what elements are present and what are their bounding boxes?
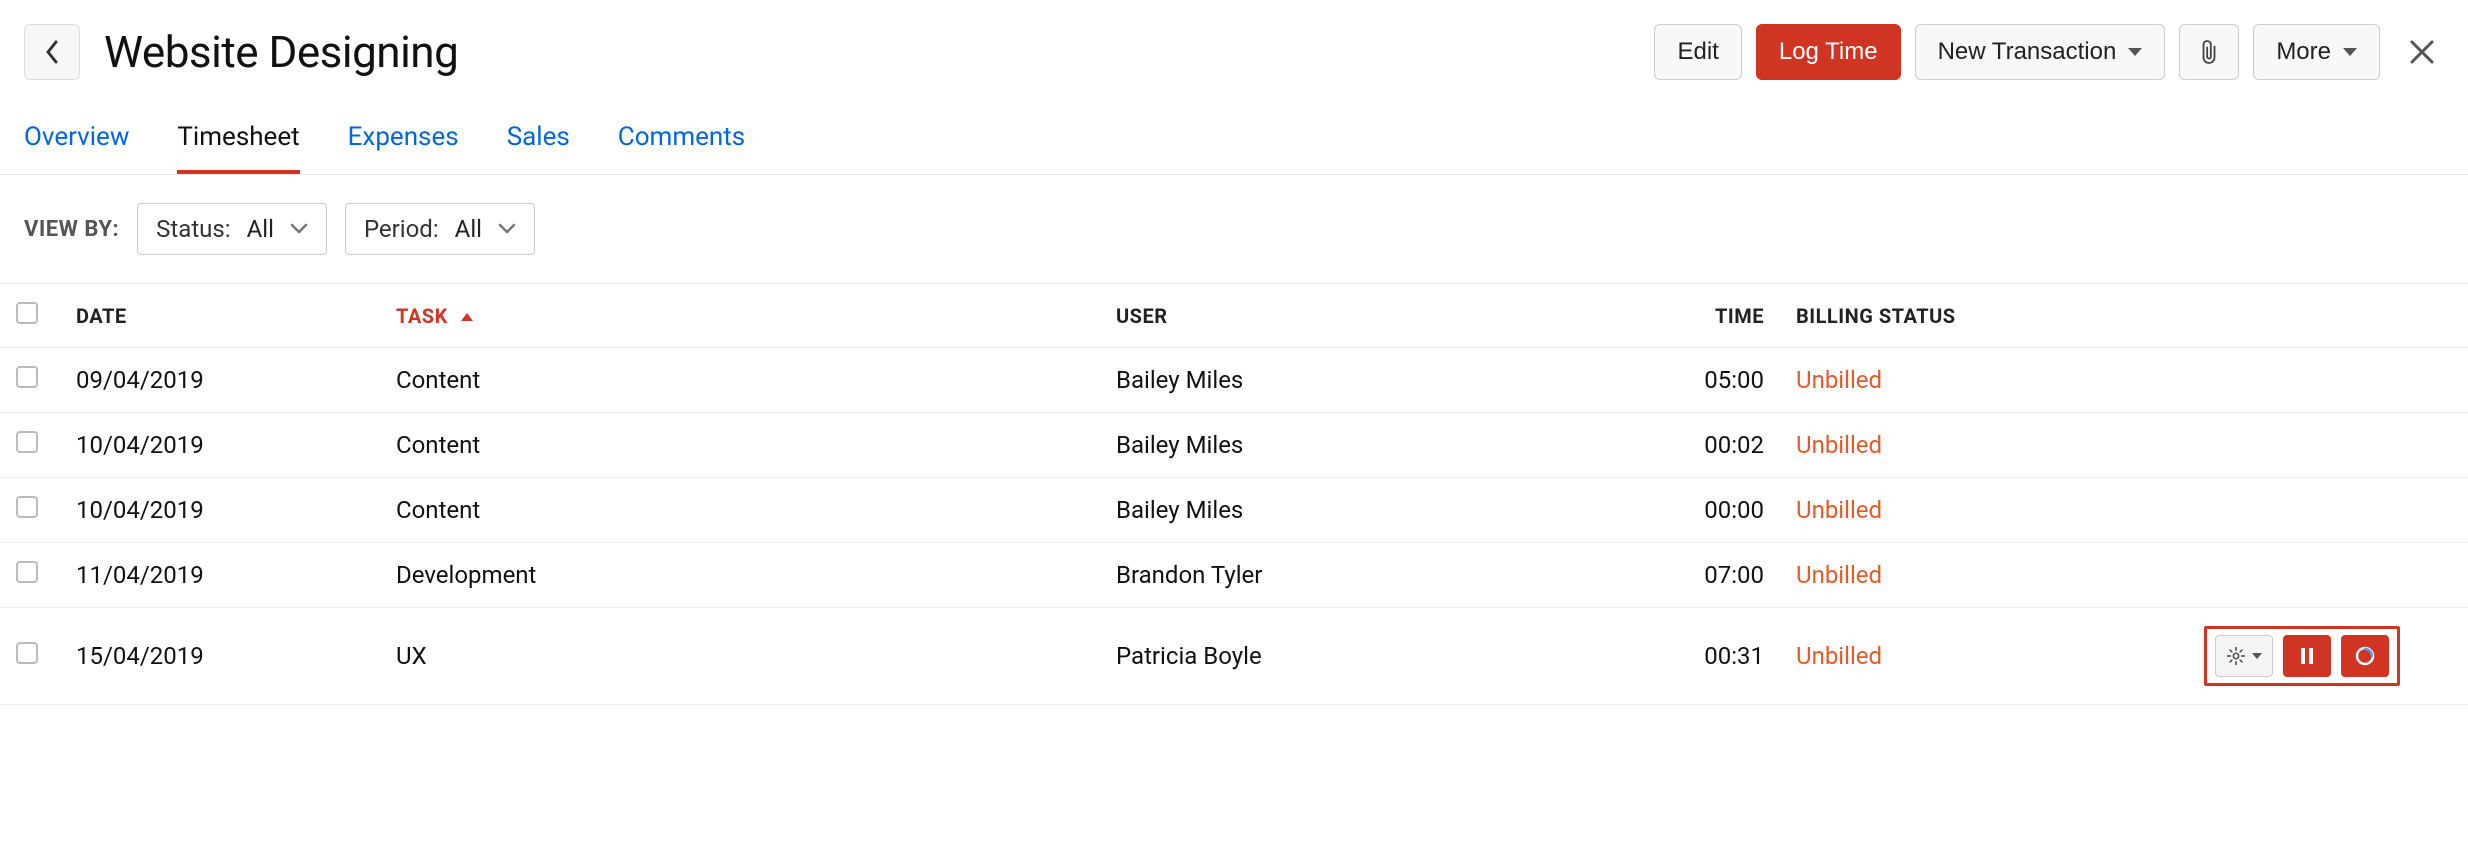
- cell-task: Content: [380, 478, 1100, 543]
- timesheet-table: DATE TASK USER TIME BILLING STATUS 09/04…: [0, 283, 2468, 705]
- cell-task: Content: [380, 348, 1100, 413]
- table-row[interactable]: 10/04/2019ContentBailey Miles00:00 Unbill…: [0, 478, 2468, 543]
- row-checkbox[interactable]: [16, 366, 38, 388]
- cell-user: Bailey Miles: [1100, 413, 1640, 478]
- tab-comments[interactable]: Comments: [618, 122, 745, 174]
- column-header-billing[interactable]: BILLING STATUS: [1780, 284, 2188, 348]
- stop-timer-button[interactable]: [2341, 635, 2389, 677]
- cell-date: 10/04/2019: [60, 478, 380, 543]
- cell-user: Brandon Tyler: [1100, 543, 1640, 608]
- row-settings-button[interactable]: [2215, 635, 2273, 677]
- chevron-left-icon: [44, 40, 60, 64]
- page-header: Website Designing Edit Log Time New Tran…: [0, 0, 2468, 98]
- close-icon: [2408, 38, 2436, 66]
- cell-time: 00:31: [1640, 608, 1780, 705]
- period-filter[interactable]: Period: All: [345, 203, 535, 255]
- cell-task: Development: [380, 543, 1100, 608]
- cell-date: 10/04/2019: [60, 413, 380, 478]
- page-title: Website Designing: [104, 26, 458, 78]
- filter-bar: VIEW BY: Status: All Period: All: [0, 175, 2468, 283]
- back-button[interactable]: [24, 24, 80, 80]
- pause-icon: [2299, 642, 2315, 670]
- column-header-actions: [2188, 284, 2468, 348]
- cell-user: Bailey Miles: [1100, 478, 1640, 543]
- row-checkbox[interactable]: [16, 561, 38, 583]
- status-filter-label: Status:: [156, 215, 230, 243]
- row-checkbox[interactable]: [16, 496, 38, 518]
- tab-timesheet[interactable]: Timesheet: [177, 122, 299, 174]
- chevron-down-icon: [2252, 653, 2262, 659]
- cell-date: 11/04/2019: [60, 543, 380, 608]
- close-button[interactable]: [2400, 30, 2444, 74]
- stop-icon: [2355, 646, 2375, 666]
- tab-expenses[interactable]: Expenses: [348, 122, 459, 174]
- new-transaction-button[interactable]: New Transaction: [1915, 24, 2166, 80]
- paperclip-icon: [2198, 39, 2220, 65]
- status-filter-value: All: [247, 215, 274, 243]
- table-row[interactable]: 09/04/2019ContentBailey Miles05:00 Unbill…: [0, 348, 2468, 413]
- status-filter[interactable]: Status: All: [137, 203, 327, 255]
- cell-task: UX: [380, 608, 1100, 705]
- pause-timer-button[interactable]: [2283, 635, 2331, 677]
- billing-status: Unbilled: [1796, 366, 1882, 394]
- new-transaction-label: New Transaction: [1938, 38, 2117, 66]
- cell-user: Bailey Miles: [1100, 348, 1640, 413]
- cell-time: 00:00: [1640, 478, 1780, 543]
- period-filter-label: Period:: [364, 215, 439, 243]
- sort-ascending-icon: [461, 313, 473, 321]
- billing-status: Unbilled: [1796, 642, 1882, 670]
- billing-status: Unbilled: [1796, 431, 1882, 459]
- cell-user: Patricia Boyle: [1100, 608, 1640, 705]
- column-header-date[interactable]: DATE: [60, 284, 380, 348]
- tabs: Overview Timesheet Expenses Sales Commen…: [0, 98, 2468, 175]
- view-by-label: VIEW BY:: [24, 217, 119, 242]
- column-header-task[interactable]: TASK: [380, 284, 1100, 348]
- table-row[interactable]: 11/04/2019DevelopmentBrandon Tyler07:00 U…: [0, 543, 2468, 608]
- tab-overview[interactable]: Overview: [24, 122, 129, 174]
- billing-status: Unbilled: [1796, 561, 1882, 589]
- chevron-down-icon: [498, 223, 516, 235]
- log-time-button[interactable]: Log Time: [1756, 24, 1901, 80]
- attachment-button[interactable]: [2179, 24, 2239, 80]
- cell-date: 15/04/2019: [60, 608, 380, 705]
- column-header-time[interactable]: TIME: [1640, 284, 1780, 348]
- select-all-checkbox[interactable]: [16, 302, 38, 324]
- cell-time: 07:00: [1640, 543, 1780, 608]
- row-actions: [2204, 626, 2400, 686]
- period-filter-value: All: [455, 215, 482, 243]
- column-header-user[interactable]: USER: [1100, 284, 1640, 348]
- chevron-down-icon: [290, 223, 308, 235]
- table-row[interactable]: 15/04/2019UXPatricia Boyle00:31 Unbilled: [0, 608, 2468, 705]
- edit-button[interactable]: Edit: [1654, 24, 1741, 80]
- tab-sales[interactable]: Sales: [507, 122, 570, 174]
- billing-status: Unbilled: [1796, 496, 1882, 524]
- cell-task: Content: [380, 413, 1100, 478]
- header-actions: Edit Log Time New Transaction More: [1654, 24, 2444, 80]
- cell-date: 09/04/2019: [60, 348, 380, 413]
- chevron-down-icon: [2343, 48, 2357, 56]
- column-header-task-label: TASK: [396, 304, 448, 328]
- more-button[interactable]: More: [2253, 24, 2380, 80]
- chevron-down-icon: [2128, 48, 2142, 56]
- more-label: More: [2276, 38, 2331, 66]
- row-checkbox[interactable]: [16, 431, 38, 453]
- cell-time: 00:02: [1640, 413, 1780, 478]
- gear-icon: [2226, 646, 2246, 666]
- table-header-row: DATE TASK USER TIME BILLING STATUS: [0, 284, 2468, 348]
- row-checkbox[interactable]: [16, 642, 38, 664]
- table-row[interactable]: 10/04/2019ContentBailey Miles00:02 Unbill…: [0, 413, 2468, 478]
- cell-time: 05:00: [1640, 348, 1780, 413]
